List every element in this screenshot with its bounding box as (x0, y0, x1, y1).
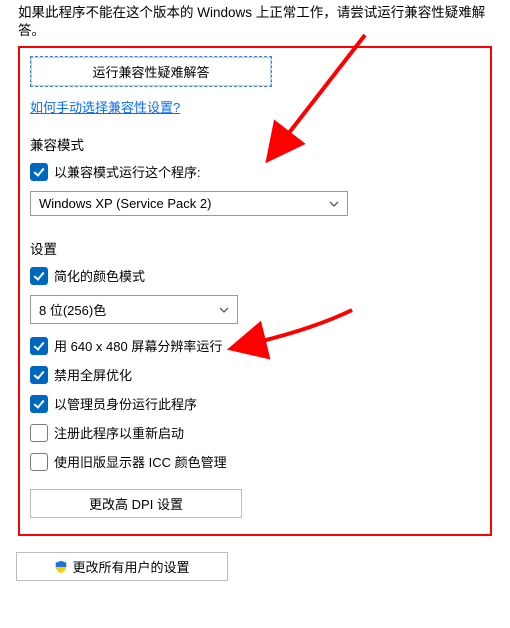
run-troubleshooter-button[interactable]: 运行兼容性疑难解答 (30, 56, 272, 87)
shield-icon (54, 560, 68, 574)
register-restart-label: 注册此程序以重新启动 (54, 423, 184, 442)
change-all-users-label: 更改所有用户的设置 (72, 557, 189, 576)
intro-text: 如果此程序不能在这个版本的 Windows 上正常工作，请尝试运行兼容性疑难解答… (18, 4, 492, 40)
chevron-down-icon (219, 305, 229, 315)
compat-mode-label: 以兼容模式运行这个程序: (54, 162, 201, 181)
reduced-color-checkbox[interactable] (30, 267, 48, 285)
compat-mode-select[interactable]: Windows XP (Service Pack 2) (30, 191, 348, 216)
color-mode-select-value: 8 位(256)色 (39, 300, 106, 319)
manual-select-link[interactable]: 如何手动选择兼容性设置? (30, 100, 180, 115)
disable-fullscreen-label: 禁用全屏优化 (54, 365, 132, 384)
run-as-admin-checkbox[interactable] (30, 395, 48, 413)
compat-mode-checkbox[interactable] (30, 163, 48, 181)
compat-mode-title: 兼容模式 (30, 134, 480, 154)
color-mode-select[interactable]: 8 位(256)色 (30, 295, 238, 324)
legacy-icc-checkbox[interactable] (30, 453, 48, 471)
settings-group: 设置 简化的颜色模式 8 位(256)色 用 640 x 480 屏幕分辨率运行… (30, 238, 480, 518)
highlighted-panel: 运行兼容性疑难解答 如何手动选择兼容性设置? 兼容模式 以兼容模式运行这个程序:… (18, 46, 492, 536)
disable-fullscreen-checkbox[interactable] (30, 366, 48, 384)
change-high-dpi-button[interactable]: 更改高 DPI 设置 (30, 489, 242, 518)
compat-mode-group: 兼容模式 以兼容模式运行这个程序: Windows XP (Service Pa… (30, 134, 480, 216)
chevron-down-icon (329, 199, 339, 209)
settings-title: 设置 (30, 238, 480, 258)
change-all-users-button[interactable]: 更改所有用户的设置 (16, 552, 228, 581)
resolution-640-checkbox[interactable] (30, 337, 48, 355)
legacy-icc-label: 使用旧版显示器 ICC 颜色管理 (54, 452, 227, 471)
reduced-color-label: 简化的颜色模式 (54, 266, 145, 285)
register-restart-checkbox[interactable] (30, 424, 48, 442)
run-as-admin-label: 以管理员身份运行此程序 (54, 394, 197, 413)
compat-mode-select-value: Windows XP (Service Pack 2) (39, 196, 211, 211)
resolution-640-label: 用 640 x 480 屏幕分辨率运行 (54, 336, 222, 355)
